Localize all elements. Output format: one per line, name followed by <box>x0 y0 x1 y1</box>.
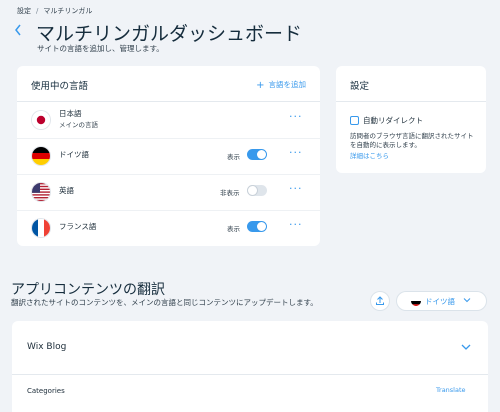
usa-flag-icon <box>32 183 50 201</box>
visibility-label: 非表示 <box>220 189 240 197</box>
languages-card: 使用中の言語 + 言語を追加 日本語 メインの言語 ··· ドイツ語 表示 ··· <box>17 66 320 246</box>
section-subtitle: 翻訳されたサイトのコンテンツを、メインの言語と同じコンテンツにアップデートします… <box>11 298 318 307</box>
toggle-knob <box>248 186 257 195</box>
language-name: フランス語 <box>59 222 97 231</box>
visibility-label: 表示 <box>227 153 240 161</box>
language-name: 英語 <box>59 186 74 195</box>
germany-flag-icon <box>32 147 50 165</box>
app-accordion-header[interactable]: Wix Blog <box>12 321 488 375</box>
breadcrumb-item-multilingual: マルチリンガル <box>43 7 93 15</box>
japan-flag-icon <box>32 111 50 129</box>
language-row-japanese: 日本語 メインの言語 ··· <box>17 102 320 139</box>
breadcrumb: 設定 / マルチリンガル <box>17 6 92 16</box>
auto-redirect-label: 自動リダイレクト <box>363 116 423 125</box>
section-title: アプリコンテンツの翻訳 <box>11 282 165 298</box>
breadcrumb-item-settings[interactable]: 設定 <box>17 7 31 15</box>
germany-flag-icon <box>411 296 421 306</box>
france-flag-icon <box>32 219 50 237</box>
more-actions-button[interactable]: ··· <box>289 218 303 231</box>
selected-language-label: ドイツ語 <box>425 297 455 306</box>
more-actions-button[interactable]: ··· <box>289 146 303 159</box>
upload-icon <box>376 296 384 305</box>
chevron-down-icon[interactable] <box>460 338 472 357</box>
toggle-knob <box>257 150 266 159</box>
add-language-label: 言語を追加 <box>268 80 307 89</box>
languages-card-header: 使用中の言語 + 言語を追加 <box>17 66 320 102</box>
language-sublabel: メインの言語 <box>59 121 98 129</box>
language-row-english: 英語 非表示 ··· <box>17 174 320 211</box>
categories-label: Categories <box>27 387 65 395</box>
visibility-label: 表示 <box>227 225 240 233</box>
auto-redirect-description: 訪問者のブラウザ言語に翻訳されたサイトを自動的に表示します。 <box>350 132 474 149</box>
page-subtitle: サイトの言語を追加し、管理します。 <box>37 44 164 53</box>
auto-redirect-checkbox[interactable] <box>350 116 359 125</box>
translate-link[interactable]: Translate <box>436 386 466 394</box>
language-name: 日本語 <box>59 109 82 118</box>
language-name: ドイツ語 <box>59 150 89 159</box>
more-actions-button[interactable]: ··· <box>289 110 303 123</box>
settings-card-header: 設定 <box>336 66 486 102</box>
plus-icon: + <box>256 80 265 91</box>
language-select[interactable]: ドイツ語 <box>397 292 486 310</box>
visibility-toggle[interactable] <box>247 149 267 160</box>
export-button[interactable] <box>371 292 389 310</box>
app-content-card: Wix Blog Categories Translate <box>12 321 488 412</box>
back-icon[interactable] <box>14 24 22 40</box>
page-title: マルチリンガルダッシュボード <box>36 23 303 45</box>
more-actions-button[interactable]: ··· <box>289 182 303 195</box>
visibility-toggle[interactable] <box>247 221 267 232</box>
app-name: Wix Blog <box>27 342 67 352</box>
learn-more-link[interactable]: 詳細はこちら <box>350 150 389 160</box>
add-language-button[interactable]: + 言語を追加 <box>256 79 306 91</box>
toggle-knob <box>257 222 266 231</box>
settings-card-title: 設定 <box>350 81 370 92</box>
chevron-down-icon <box>463 295 471 307</box>
settings-card: 設定 自動リダイレクト 訪問者のブラウザ言語に翻訳されたサイトを自動的に表示しま… <box>336 66 486 173</box>
breadcrumb-separator: / <box>36 7 39 15</box>
visibility-toggle[interactable] <box>247 185 267 196</box>
language-row-french: フランス語 表示 ··· <box>17 210 320 246</box>
language-row-german: ドイツ語 表示 ··· <box>17 138 320 175</box>
languages-card-title: 使用中の言語 <box>31 81 89 92</box>
